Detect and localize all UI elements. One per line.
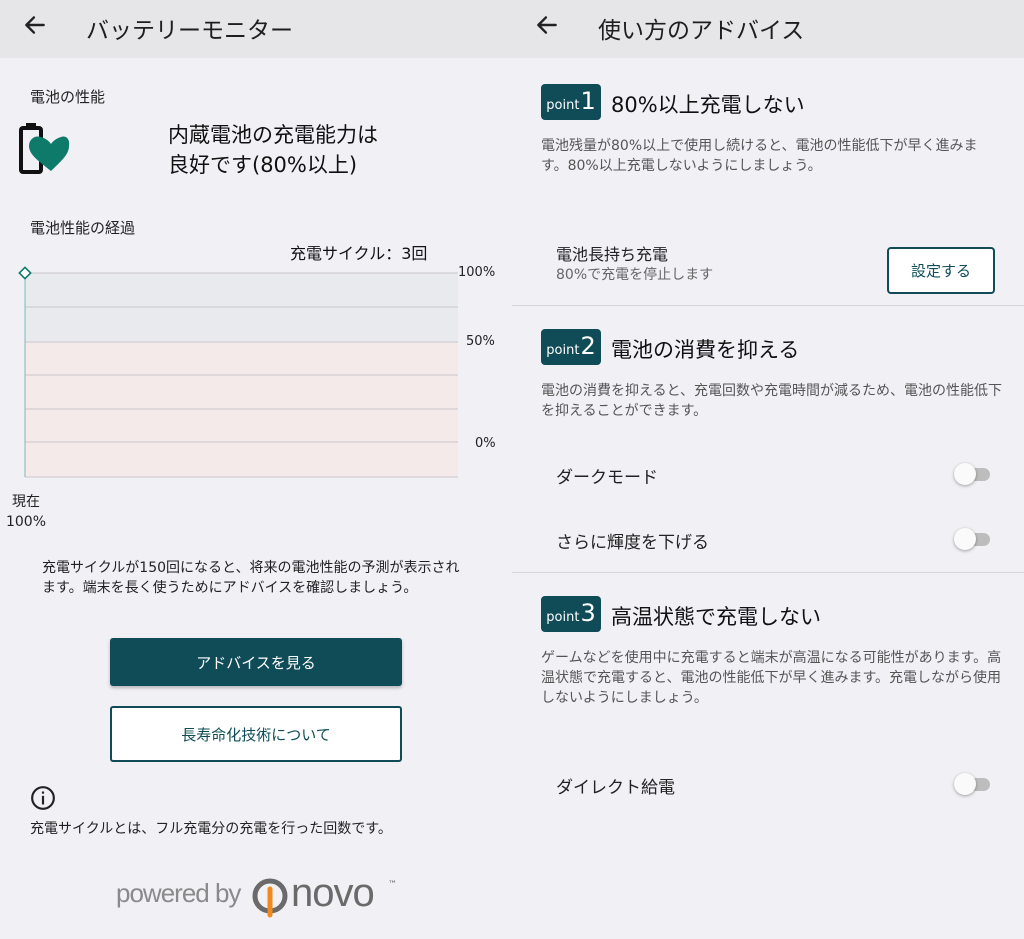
section-divider bbox=[512, 305, 1024, 306]
status-line-1: 内蔵電池の充電能力は bbox=[168, 123, 378, 147]
page-title: バッテリーモニター bbox=[86, 18, 293, 44]
dark-mode-label: ダークモード bbox=[556, 468, 658, 488]
status-line-2: 良好です(80%以上) bbox=[168, 153, 358, 177]
point-number: 3 bbox=[580, 599, 596, 627]
history-label: 電池性能の経過 bbox=[30, 219, 136, 237]
point-1-description: 電池残量が80%以上で使用し続けると、電池の性能低下が早く進みます。80%以上充… bbox=[541, 138, 978, 174]
now-label-text: 現在 bbox=[12, 494, 40, 510]
point-number: 1 bbox=[580, 87, 596, 115]
point-number: 2 bbox=[580, 332, 596, 360]
powered-by-text: powered by bbox=[116, 878, 241, 908]
point-2-title: 電池の消費を抑える bbox=[611, 338, 800, 362]
point-2-badge: point 2 bbox=[541, 329, 601, 365]
brand-wordmark: novo bbox=[291, 871, 375, 915]
axis-label-0: 0% bbox=[475, 436, 496, 451]
settings-button[interactable]: 設定する bbox=[887, 247, 995, 294]
point-3-title: 高温状態で充電しない bbox=[611, 605, 821, 629]
charge-cycle-count: 充電サイクル：3回 bbox=[290, 244, 428, 263]
trademark-mark: ™ bbox=[388, 880, 397, 890]
point-word: point bbox=[546, 98, 580, 113]
extra-dim-label: さらに輝度を下げる bbox=[556, 533, 709, 553]
page-title-advice: 使い方のアドバイス bbox=[598, 18, 805, 44]
direct-power-toggle[interactable] bbox=[954, 773, 992, 795]
prediction-info-text: 充電サイクルが150回になると、将来の電池性能の予測が表示されます。端末を長く使… bbox=[42, 560, 460, 596]
cycle-definition-text: 充電サイクルとは、フル充電分の充電を行った回数です。 bbox=[30, 821, 392, 837]
advice-screen: 使い方のアドバイス point 1 80%以上充電しない 電池残量が80%以上で使… bbox=[512, 0, 1024, 939]
toggle-knob bbox=[954, 773, 976, 795]
point-1-title: 80%以上充電しない bbox=[611, 93, 805, 117]
performance-chart bbox=[18, 266, 458, 478]
direct-power-label: ダイレクト給電 bbox=[556, 778, 675, 798]
axis-label-50: 50% bbox=[466, 334, 495, 349]
now-label: 現在 100% bbox=[4, 492, 48, 532]
point-1-badge: point 1 bbox=[541, 84, 601, 120]
battery-monitor-screen: バッテリーモニター 電池の性能 内蔵電池の充電能力は 良好です(80%以上) 電… bbox=[0, 0, 512, 939]
back-arrow-icon[interactable] bbox=[534, 12, 560, 38]
point-3-badge: point 3 bbox=[541, 596, 601, 632]
now-value-text: 100% bbox=[5, 514, 47, 530]
onovo-logo-icon bbox=[252, 878, 288, 918]
section-divider bbox=[512, 572, 1024, 573]
performance-label: 電池の性能 bbox=[30, 88, 106, 106]
dark-mode-toggle[interactable] bbox=[954, 463, 992, 485]
view-advice-button[interactable]: アドバイスを見る bbox=[110, 638, 402, 686]
point-2-description: 電池の消費を抑えると、充電回数や充電時間が減るため、電池の性能低下を抑えることが… bbox=[541, 383, 1003, 419]
longevity-tech-button[interactable]: 長寿命化技術について bbox=[110, 706, 402, 762]
point-word: point bbox=[546, 343, 580, 358]
app-bar: バッテリーモニター bbox=[0, 0, 512, 58]
axis-label-100: 100% bbox=[458, 265, 496, 280]
battery-care-charge-title: 電池長持ち充電 bbox=[556, 245, 669, 264]
toggle-knob bbox=[954, 528, 976, 550]
back-arrow-icon[interactable] bbox=[22, 12, 48, 38]
info-icon bbox=[31, 786, 55, 810]
point-word: point bbox=[546, 610, 580, 625]
app-bar-advice: 使い方のアドバイス bbox=[512, 0, 1024, 58]
point-3-description: ゲームなどを使用中に充電すると端末が高温になる可能性があります。高温状態で充電す… bbox=[541, 650, 1002, 706]
battery-care-charge-subtitle: 80%で充電を停止します bbox=[556, 267, 714, 283]
toggle-knob bbox=[954, 463, 976, 485]
battery-heart-icon bbox=[19, 123, 70, 174]
extra-dim-toggle[interactable] bbox=[954, 528, 992, 550]
